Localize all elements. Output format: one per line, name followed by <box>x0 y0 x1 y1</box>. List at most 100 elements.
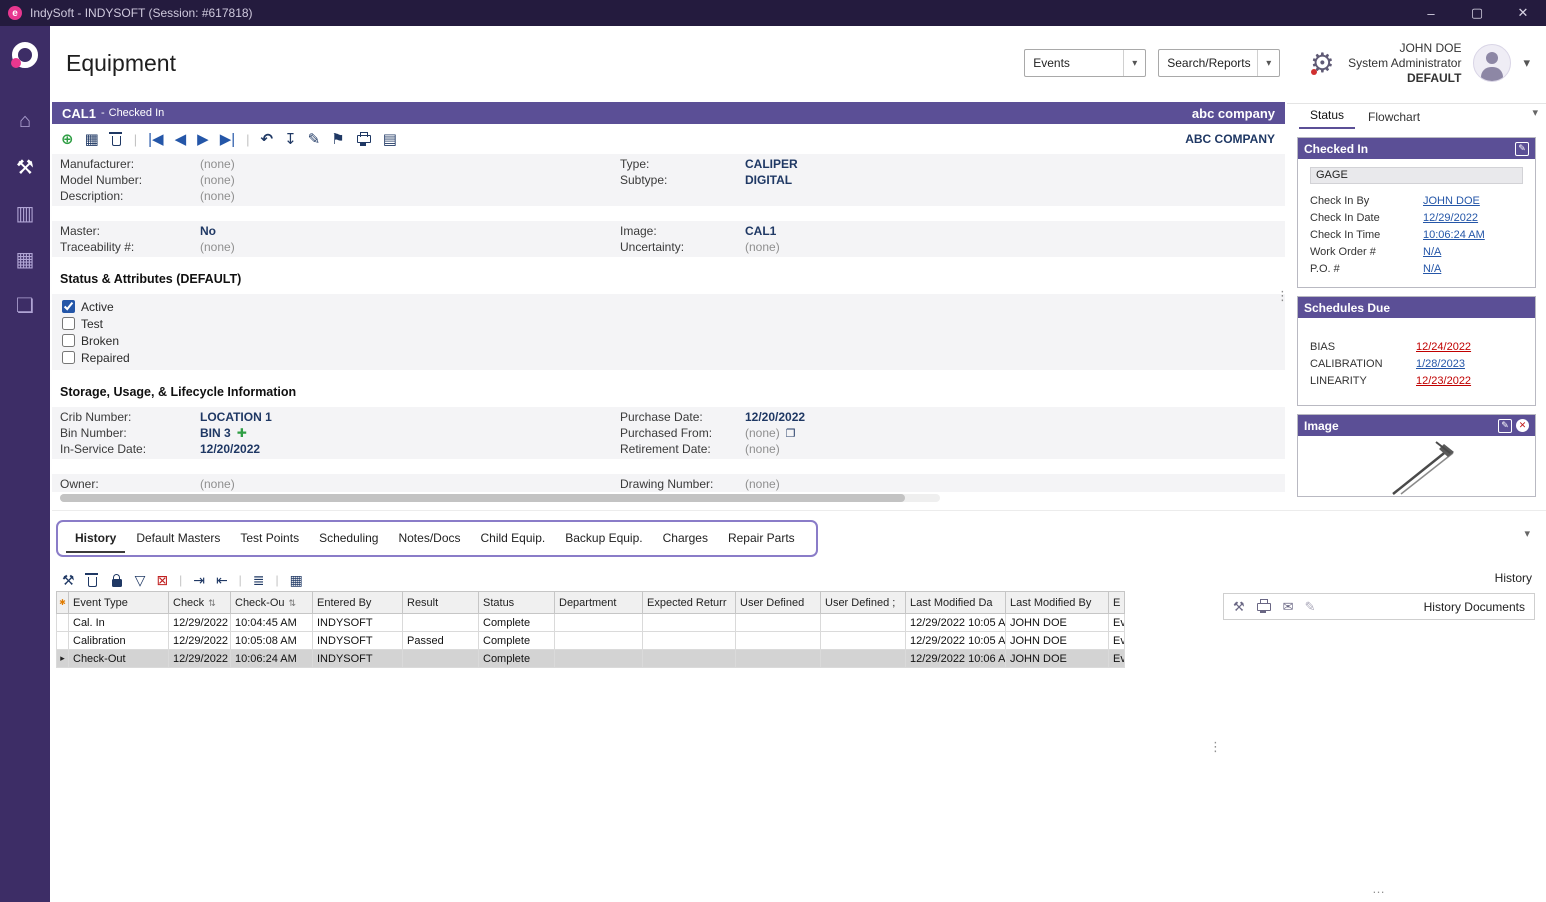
export-icon[interactable]: ↧ <box>284 130 297 148</box>
column-header[interactable]: Last Modified By <box>1006 592 1109 614</box>
column-header[interactable]: Result <box>403 592 479 614</box>
export-row-icon[interactable]: ⇤ <box>216 572 228 589</box>
bookmark-flag-icon[interactable]: ⚑ <box>331 130 344 148</box>
gage-field[interactable]: GAGE <box>1310 167 1523 184</box>
edit-image-icon[interactable]: ✎ <box>1498 419 1512 433</box>
sidebar-item[interactable]: ▦ <box>0 236 50 282</box>
detail-tab[interactable]: Repair Parts <box>719 525 804 553</box>
search-reports-dropdown[interactable]: Search/Reports ▾ <box>1158 49 1280 77</box>
edit-checkin-icon[interactable]: ✎ <box>1515 142 1529 156</box>
column-header[interactable]: Department <box>555 592 643 614</box>
column-header[interactable]: Check⇅ <box>169 592 231 614</box>
schedule-date-link[interactable]: 1/28/2023 <box>1416 358 1465 370</box>
import-row-icon[interactable]: ⇥ <box>193 572 205 589</box>
attribute-row[interactable]: Test <box>52 315 1285 332</box>
detail-value-link[interactable]: N/A <box>1423 263 1441 275</box>
history-lock-icon[interactable] <box>112 579 122 587</box>
detail-value-link[interactable]: 12/29/2022 <box>1423 212 1478 224</box>
detail-value-link[interactable]: N/A <box>1423 246 1441 258</box>
panel-collapse-chevron-icon[interactable]: ▾ <box>1532 106 1538 119</box>
schedule-icon[interactable]: ▦ <box>85 130 99 148</box>
detail-tab[interactable]: Notes/Docs <box>389 525 469 553</box>
column-header[interactable]: User Defined <box>736 592 821 614</box>
events-dropdown[interactable]: Events ▾ <box>1024 49 1146 77</box>
list-view-icon[interactable]: ≣ <box>253 572 265 589</box>
column-header[interactable]: Check-Ou⇅ <box>231 592 313 614</box>
detail-tab[interactable]: Default Masters <box>127 525 229 553</box>
detail-value-link[interactable]: 10:06:24 AM <box>1423 229 1485 241</box>
column-header[interactable]: Event Type <box>69 592 169 614</box>
next-record-icon[interactable]: ▶ <box>197 130 209 148</box>
detail-tab[interactable]: Backup Equip. <box>556 525 651 553</box>
history-table-header: ✱ Event Type Check⇅ Check-Ou⇅ Entered By… <box>57 592 1125 614</box>
scrollbar-thumb[interactable] <box>60 494 905 502</box>
checkin-detail-row: Check In Date 12/29/2022 <box>1310 209 1523 226</box>
attribute-checkbox[interactable] <box>62 351 75 364</box>
sidebar-item[interactable]: ⌂ <box>0 98 50 144</box>
docs-note-icon[interactable]: ✎ <box>1305 599 1316 615</box>
delete-record-icon[interactable] <box>112 136 121 146</box>
field-value: (none) <box>200 240 620 254</box>
bottom-vertical-splitter-handle[interactable]: ⋮ <box>1209 739 1222 755</box>
detail-tab[interactable]: Scheduling <box>310 525 387 553</box>
sidebar-item[interactable]: ❏ <box>0 282 50 328</box>
table-row[interactable]: Check-Out 12/29/2022 10:06:24 AM INDYSOF… <box>57 650 1125 668</box>
detail-tab[interactable]: Charges <box>654 525 717 553</box>
add-record-icon[interactable]: ⊕ <box>61 130 74 148</box>
schedule-date-link[interactable]: 12/23/2022 <box>1416 375 1471 387</box>
side-panel-tab[interactable]: Status <box>1299 104 1355 129</box>
attribute-row[interactable]: Active <box>52 298 1285 315</box>
history-delete-icon[interactable] <box>88 577 97 587</box>
column-header[interactable]: E <box>1109 592 1125 614</box>
sidebar-item[interactable]: ▥ <box>0 190 50 236</box>
close-button[interactable]: ✕ <box>1500 0 1546 26</box>
form-row: Owner: (none) Drawing Number: (none) <box>52 476 1285 492</box>
add-bin-icon[interactable]: ✚ <box>237 426 247 440</box>
user-menu-chevron-icon[interactable]: ▾ <box>1523 55 1530 71</box>
history-tools-icon[interactable]: ⚒ <box>62 572 75 589</box>
detail-tab[interactable]: History <box>66 525 125 553</box>
attribute-checkbox[interactable] <box>62 300 75 313</box>
docs-tools-icon[interactable]: ⚒ <box>1233 599 1245 615</box>
table-row[interactable]: Calibration 12/29/2022 10:05:08 AM INDYS… <box>57 632 1125 650</box>
side-panel-tab[interactable]: Flowchart <box>1357 106 1431 129</box>
attribute-checkbox[interactable] <box>62 317 75 330</box>
edit-record-icon[interactable]: ✎ <box>308 130 321 148</box>
new-event-icon[interactable]: ▦ <box>290 572 303 589</box>
detail-tab[interactable]: Test Points <box>231 525 308 553</box>
minimize-button[interactable]: – <box>1408 0 1454 26</box>
previous-record-icon[interactable]: ◀ <box>175 130 187 148</box>
sidebar-item[interactable]: ⚒ <box>0 144 50 190</box>
bottom-collapse-chevron-icon[interactable]: ▾ <box>1524 527 1530 540</box>
page-title: Equipment <box>66 50 176 77</box>
detail-value-link[interactable]: JOHN DOE <box>1423 195 1480 207</box>
bottom-horizontal-splitter-handle[interactable]: … <box>1372 881 1386 896</box>
remove-image-icon[interactable]: ✕ <box>1516 419 1529 432</box>
filter-icon[interactable]: ▽ <box>135 572 146 589</box>
docs-print-icon[interactable] <box>1257 603 1271 611</box>
docs-email-icon[interactable]: ✉ <box>1283 599 1294 615</box>
report-document-icon[interactable]: ▤ <box>383 130 397 148</box>
column-header[interactable]: User Defined ; <box>821 592 906 614</box>
attribute-row[interactable]: Broken <box>52 332 1285 349</box>
maximize-button[interactable]: ▢ <box>1454 0 1500 26</box>
form-horizontal-scrollbar[interactable] <box>60 494 940 502</box>
column-header[interactable]: Status <box>479 592 555 614</box>
undo-icon[interactable]: ↶ <box>261 130 274 148</box>
column-header[interactable]: Expected Returr <box>643 592 736 614</box>
print-icon[interactable] <box>357 135 371 143</box>
last-record-icon[interactable]: ▶| <box>220 130 235 148</box>
column-header[interactable]: Last Modified Da <box>906 592 1006 614</box>
field-value: BIN 3✚ <box>200 426 620 440</box>
table-row[interactable]: Cal. In 12/29/2022 10:04:45 AM INDYSOFT … <box>57 614 1125 632</box>
first-record-icon[interactable]: |◀ <box>148 130 163 148</box>
attribute-row[interactable]: Repaired <box>52 349 1285 366</box>
schedule-date-link[interactable]: 12/24/2022 <box>1416 341 1471 353</box>
detail-tab[interactable]: Child Equip. <box>472 525 555 553</box>
column-header[interactable]: Entered By <box>313 592 403 614</box>
clear-filter-icon[interactable]: ⊠ <box>156 572 168 589</box>
user-avatar[interactable] <box>1473 44 1511 82</box>
attribute-checkbox[interactable] <box>62 334 75 347</box>
external-link-icon[interactable]: ❐ <box>786 428 796 440</box>
settings-gear-icon[interactable]: ⚙ <box>1310 50 1334 77</box>
